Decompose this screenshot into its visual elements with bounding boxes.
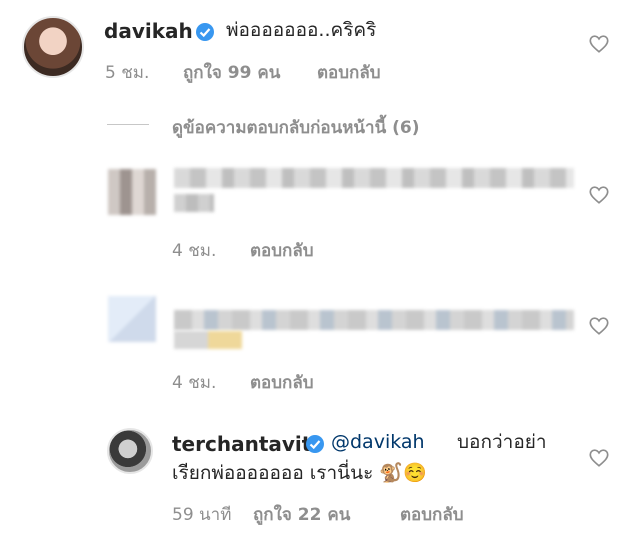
reply-button[interactable]: ตอบกลับ [400, 501, 464, 528]
comment-likes[interactable]: ถูกใจ 22 คน [253, 501, 350, 528]
heart-outline-icon[interactable] [588, 447, 610, 469]
heart-outline-icon[interactable] [588, 315, 610, 337]
avatar-davikah[interactable] [22, 16, 84, 78]
heart-outline-icon[interactable] [588, 184, 610, 206]
comment-text: พ่อออออออ..คริคริ [226, 19, 377, 41]
comment-mention[interactable]: @davikah [331, 433, 425, 452]
reply-button[interactable]: ตอบกลับ [250, 237, 314, 264]
blurred-avatar [108, 296, 156, 342]
comment-username-davikah[interactable]: davikah [104, 19, 193, 43]
heart-outline-icon[interactable] [588, 33, 610, 55]
reply-button[interactable]: ตอบกลับ [317, 59, 381, 86]
blurred-text [174, 310, 574, 330]
comment-username-terchantavit[interactable]: terchantavit [172, 432, 311, 456]
avatar-terchantavit[interactable] [107, 428, 153, 474]
view-replies-line [107, 124, 149, 125]
comment-time: 5 ชม. [105, 63, 150, 83]
comment-text-line1: บอกว่าอย่า [457, 431, 547, 453]
verified-badge-icon [306, 435, 324, 453]
reply-button[interactable]: ตอบกลับ [250, 369, 314, 396]
blurred-text [174, 331, 242, 349]
reply-time: 4 ชม. [172, 373, 217, 393]
blurred-avatar [108, 169, 156, 215]
blurred-text [174, 194, 214, 212]
verified-badge-icon [196, 23, 214, 41]
comment-time: 59 นาที [172, 505, 232, 525]
view-previous-replies[interactable]: ดูข้อความตอบกลับก่อนหน้านี้ (6) [172, 114, 420, 141]
blurred-text [174, 168, 574, 188]
reply-time: 4 ชม. [172, 241, 217, 261]
comment-likes[interactable]: ถูกใจ 99 คน [183, 59, 280, 86]
comment-text-line2: เรียกพ่อออออออ เรานี่นะ 🐒☺️ [172, 462, 427, 484]
